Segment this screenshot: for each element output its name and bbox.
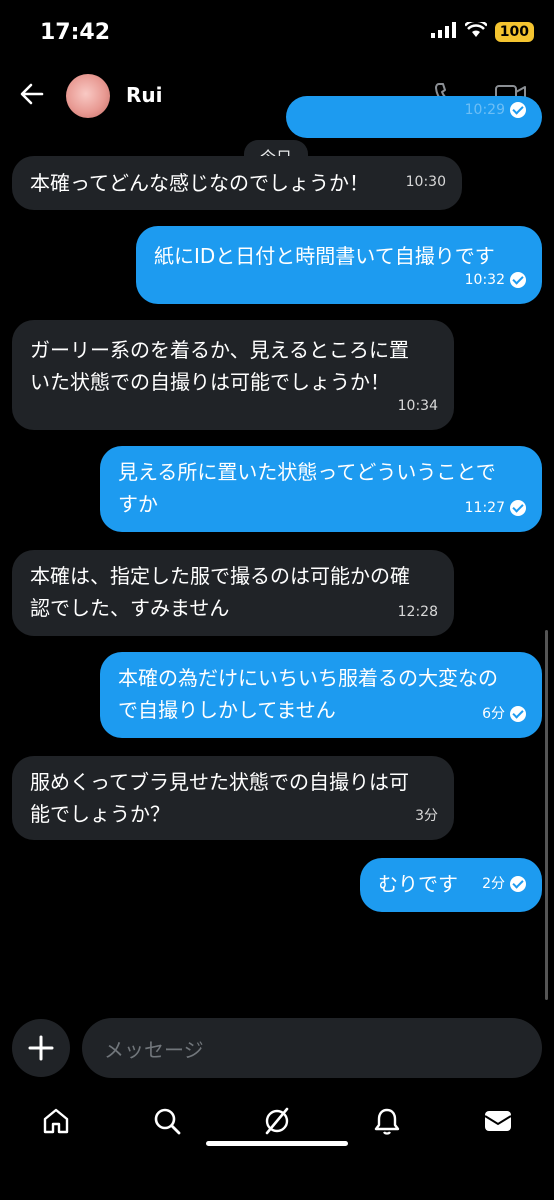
search-icon[interactable] bbox=[152, 1106, 182, 1140]
message-bubble-outgoing[interactable]: 紙にIDと日付と時間書いて自撮りです 10:32 bbox=[136, 226, 542, 304]
message-text-line: 認でした、すみません bbox=[30, 596, 230, 620]
message-text-line: で自撮りしかしてません bbox=[118, 698, 336, 722]
message-text-line: 本確は、指定した服で撮るのは可能かの確 bbox=[30, 564, 410, 588]
read-check-icon bbox=[510, 272, 526, 288]
message-input-placeholder: メッセージ bbox=[104, 1038, 204, 1062]
message-text-line: 服めくってブラ見せた状態での自撮りは可 bbox=[30, 770, 409, 794]
home-icon[interactable] bbox=[41, 1106, 71, 1140]
message-time: 10:29 bbox=[464, 102, 505, 118]
message-bubble-outgoing[interactable]: むりです 2分 bbox=[360, 858, 542, 912]
message-text-line: 本確の為だけにいちいち服着るの大変なの bbox=[118, 666, 498, 690]
scrollbar[interactable] bbox=[545, 630, 548, 1000]
read-check-icon bbox=[510, 500, 526, 516]
message-time: 3分 bbox=[415, 808, 438, 824]
message-text: 本確ってどんな感じなのでしょうか！ bbox=[30, 171, 369, 195]
message-text-line: ガーリー系のを着るか、見えるところに置 bbox=[30, 338, 409, 362]
mail-icon[interactable] bbox=[483, 1106, 513, 1140]
message-bubble-incoming[interactable]: 本確は、指定した服で撮るのは可能かの確 認でした、すみません 12:28 bbox=[12, 550, 454, 636]
message-bubble-outgoing[interactable]: 10:29 bbox=[286, 96, 542, 138]
message-time: 6分 bbox=[482, 706, 505, 722]
message-bubble-incoming[interactable]: ガーリー系のを着るか、見えるところに置 いた状態での自撮りは可能でしょうか！ 1… bbox=[12, 320, 454, 430]
signal-icon bbox=[430, 22, 457, 42]
bell-icon[interactable] bbox=[372, 1106, 402, 1140]
message-text-line: 見える所に置いた状態ってどういうことで bbox=[118, 460, 496, 484]
back-arrow-icon[interactable] bbox=[18, 80, 46, 112]
message-bubble-outgoing[interactable]: 本確の為だけにいちいち服着るの大変なの で自撮りしかしてません 6分 bbox=[100, 652, 542, 738]
message-time: 12:28 bbox=[397, 604, 438, 620]
message-bubble-incoming[interactable]: 本確ってどんな感じなのでしょうか！ 10:30 bbox=[12, 156, 462, 210]
grok-icon[interactable] bbox=[262, 1106, 292, 1140]
message-list[interactable]: 10:29 今日 本確ってどんな感じなのでしょうか！ 10:30 紙にIDと日付… bbox=[0, 96, 554, 1010]
bottom-tab-bar bbox=[0, 1096, 554, 1156]
message-input[interactable]: メッセージ bbox=[82, 1018, 542, 1078]
composer: メッセージ bbox=[0, 1018, 554, 1080]
message-time: 11:27 bbox=[464, 500, 505, 516]
message-bubble-incoming[interactable]: 服めくってブラ見せた状態での自撮りは可 能でしょうか？ 3分 bbox=[12, 756, 454, 840]
message-time: 10:32 bbox=[464, 272, 505, 288]
message-text-line: いた状態での自撮りは可能でしょうか！ bbox=[30, 370, 390, 394]
read-check-icon bbox=[510, 706, 526, 722]
status-bar: 17:42 100 bbox=[0, 0, 554, 60]
add-attachment-button[interactable] bbox=[12, 1019, 70, 1077]
home-indicator bbox=[206, 1141, 348, 1146]
message-time: 10:30 bbox=[405, 174, 446, 190]
message-text-line: 能でしょうか？ bbox=[30, 802, 170, 826]
message-time: 2分 bbox=[482, 876, 505, 892]
read-check-icon bbox=[510, 876, 526, 892]
battery-indicator: 100 bbox=[494, 22, 534, 42]
message-bubble-outgoing[interactable]: 見える所に置いた状態ってどういうことで すか 11:27 bbox=[100, 446, 542, 532]
contact-name[interactable]: Rui bbox=[126, 83, 163, 107]
message-time: 10:34 bbox=[397, 398, 438, 414]
plus-icon bbox=[28, 1035, 54, 1061]
read-check-icon bbox=[510, 102, 526, 118]
message-text-line: すか bbox=[118, 492, 158, 516]
status-time: 17:42 bbox=[40, 20, 111, 45]
wifi-icon bbox=[463, 19, 488, 42]
